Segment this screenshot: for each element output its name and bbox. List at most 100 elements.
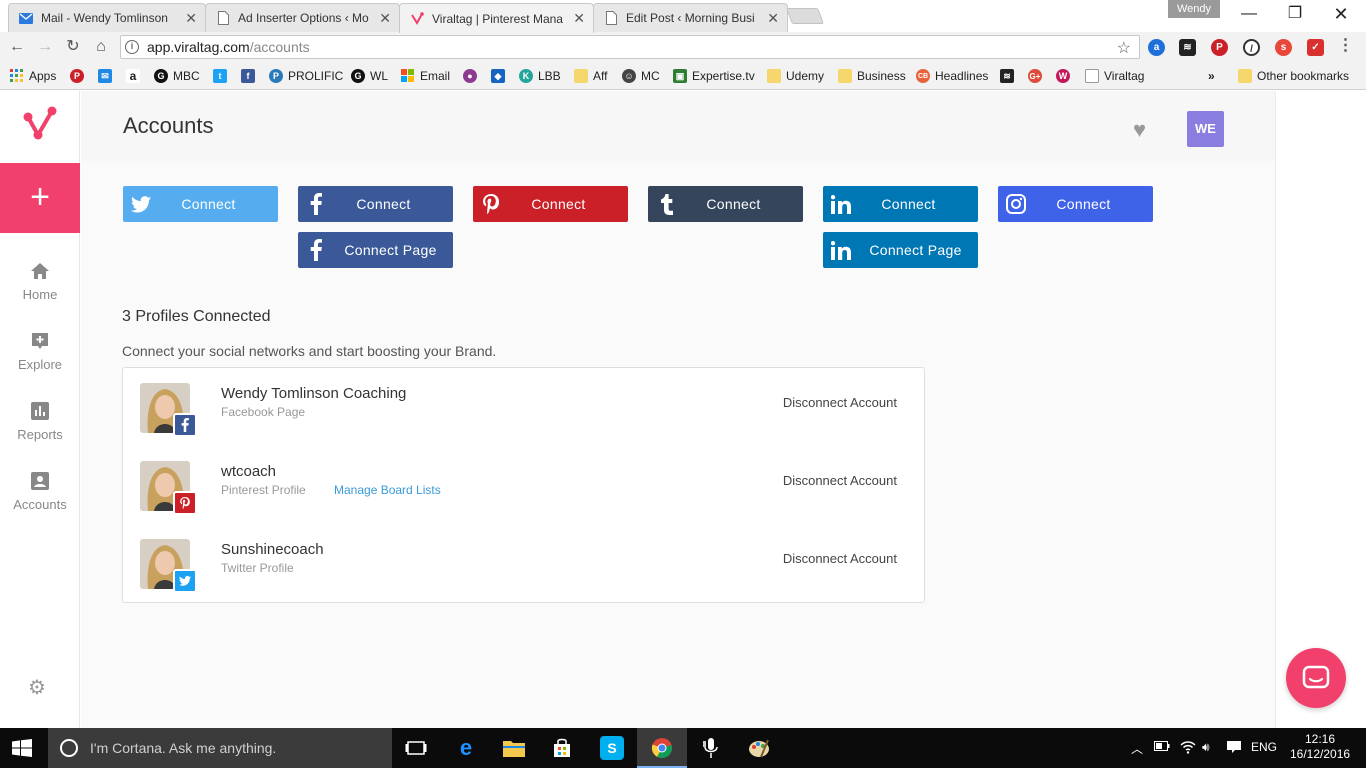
connect-twitter-button[interactable]: Connect	[123, 186, 278, 222]
disconnect-account-link[interactable]: Disconnect Account	[783, 395, 897, 410]
chat-launcher-button[interactable]	[1286, 648, 1346, 708]
chrome-menu-icon[interactable]: ⋮	[1337, 38, 1354, 56]
bookmark-circle[interactable]: ●	[463, 67, 482, 85]
sidebar-item-home[interactable]: Home	[0, 261, 80, 302]
voice-recorder-icon[interactable]	[699, 736, 723, 760]
browser-profile-chip[interactable]: Wendy	[1168, 0, 1220, 18]
battery-icon[interactable]	[1154, 740, 1170, 754]
other-bookmarks[interactable]: Other bookmarks	[1238, 67, 1349, 85]
disconnect-account-link[interactable]: Disconnect Account	[783, 473, 897, 488]
clock-date: 16/12/2016	[1290, 747, 1351, 761]
tray-chevron-up-icon[interactable]: ︿	[1131, 740, 1143, 757]
connect-linkedin-page-button[interactable]: Connect Page	[823, 232, 978, 268]
browser-tab-mail[interactable]: Mail - Wendy Tomlinson ✕	[8, 3, 206, 32]
bookmark-email[interactable]: Email	[401, 67, 450, 85]
sidebar-item-explore[interactable]: Explore	[0, 331, 80, 372]
bookmark-wl[interactable]: G WL	[351, 67, 388, 85]
paint-icon[interactable]	[747, 736, 771, 760]
bookmark-label: Business	[857, 69, 906, 83]
bookmark-shield[interactable]: ◆	[491, 67, 510, 85]
w-icon: W	[1056, 69, 1070, 83]
bookmark-gplus[interactable]: G+	[1028, 67, 1047, 85]
windows-start-icon[interactable]	[12, 739, 32, 757]
bookmark-facebook[interactable]: f	[241, 67, 260, 85]
bookmark-prolific[interactable]: P PROLIFIC	[269, 67, 343, 85]
sidebar-item-accounts[interactable]: Accounts	[0, 471, 80, 512]
volume-icon[interactable]: 🔊︎	[1202, 740, 1210, 755]
bookmark-apps[interactable]: Apps	[10, 67, 56, 85]
bookmark-business[interactable]: Business	[838, 67, 906, 85]
bookmark-amazon[interactable]: a	[126, 67, 145, 85]
close-tab-icon[interactable]: ✕	[379, 10, 391, 27]
address-bar[interactable]: i app.viraltag.com/accounts ☆	[120, 35, 1140, 59]
close-window-icon[interactable]: ✕	[1318, 2, 1364, 26]
browser-tab-edit-post[interactable]: Edit Post ‹ Morning Busi ✕	[593, 3, 788, 32]
bookmark-label: MBC	[173, 69, 200, 83]
bookmark-mbc[interactable]: G MBC	[154, 67, 200, 85]
buffer-extension-icon[interactable]: ≋	[1179, 39, 1196, 56]
bookmark-lbb[interactable]: K LBB	[519, 67, 561, 85]
cortana-search-box[interactable]: I'm Cortana. Ask me anything.	[48, 728, 392, 768]
connect-facebook-button[interactable]: Connect	[298, 186, 453, 222]
bookmark-mc[interactable]: ☺ MC	[622, 67, 660, 85]
browser-tab-viraltag[interactable]: Viraltag | Pinterest Mana ✕	[399, 3, 594, 33]
connect-tumblr-button[interactable]: Connect	[648, 186, 803, 222]
stumble-extension-icon[interactable]: s	[1275, 39, 1292, 56]
disconnect-account-link[interactable]: Disconnect Account	[783, 551, 897, 566]
connect-label: Connect	[881, 196, 936, 212]
bookmark-twitter[interactable]: t	[213, 67, 232, 85]
viraltag-extension-icon[interactable]: ✓	[1307, 39, 1324, 56]
language-indicator[interactable]: ENG	[1251, 740, 1277, 754]
create-post-button[interactable]: +	[0, 163, 80, 233]
prolific-icon: P	[269, 69, 283, 83]
wifi-icon[interactable]	[1180, 740, 1196, 757]
forward-arrow-icon[interactable]: →	[34, 36, 56, 58]
extension-a-icon[interactable]: a	[1148, 39, 1165, 56]
linkedin-icon	[823, 232, 859, 268]
skype-icon[interactable]: S	[600, 736, 624, 760]
bookmark-pinterest[interactable]: P	[70, 67, 89, 85]
restore-window-icon[interactable]: ❐	[1272, 2, 1318, 26]
home-icon[interactable]: ⌂	[90, 36, 112, 58]
viraltag-logo[interactable]	[20, 103, 60, 143]
close-tab-icon[interactable]: ✕	[767, 10, 779, 27]
pinterest-extension-icon[interactable]: P	[1211, 39, 1228, 56]
browser-tab-ad-inserter[interactable]: Ad Inserter Options ‹ Mo ✕	[205, 3, 400, 32]
system-clock[interactable]: 12:16 16/12/2016	[1290, 732, 1350, 762]
connect-pinterest-button[interactable]: Connect	[473, 186, 628, 222]
bookmark-w[interactable]: W	[1056, 67, 1075, 85]
bookmark-mail[interactable]: ✉	[98, 67, 117, 85]
back-arrow-icon[interactable]: ←	[6, 36, 28, 58]
bookmark-udemy[interactable]: Udemy	[767, 67, 824, 85]
bookmark-viraltag[interactable]: Viraltag	[1085, 67, 1144, 85]
store-icon[interactable]	[550, 736, 574, 760]
reload-icon[interactable]: ↻	[62, 36, 84, 58]
file-explorer-icon[interactable]	[502, 736, 526, 760]
bookmark-star-icon[interactable]: ☆	[1117, 38, 1131, 58]
close-tab-icon[interactable]: ✕	[185, 10, 197, 27]
settings-gear-icon[interactable]: ⚙	[28, 675, 46, 700]
connect-facebook-page-button[interactable]: Connect Page	[298, 232, 453, 268]
action-center-icon[interactable]	[1226, 740, 1242, 757]
manage-board-lists-link[interactable]: Manage Board Lists	[334, 483, 441, 497]
bookmark-buffer[interactable]: ≋	[1000, 67, 1019, 85]
task-view-icon[interactable]	[404, 736, 428, 760]
cb-icon: CB	[916, 69, 930, 83]
sidebar-item-label: Home	[22, 287, 58, 302]
connect-instagram-button[interactable]: Connect	[998, 186, 1153, 222]
bookmark-headlines[interactable]: CB Headlines	[916, 67, 988, 85]
new-tab-button[interactable]	[786, 8, 824, 24]
heart-icon[interactable]: ♥	[1133, 117, 1146, 143]
minimize-window-icon[interactable]: —	[1226, 2, 1272, 26]
edge-browser-icon[interactable]: e	[454, 735, 478, 760]
sidebar-item-reports[interactable]: Reports	[0, 401, 80, 442]
close-tab-icon[interactable]: ✕	[573, 10, 585, 27]
connect-linkedin-button[interactable]: Connect	[823, 186, 978, 222]
blocker-extension-icon[interactable]: /	[1243, 39, 1260, 56]
more-bookmarks-chevron-icon[interactable]: »	[1208, 67, 1215, 85]
info-icon[interactable]: i	[125, 40, 139, 54]
chrome-icon[interactable]	[650, 736, 674, 760]
bookmark-expertise[interactable]: ▣ Expertise.tv	[673, 67, 755, 85]
bookmark-aff[interactable]: Aff	[574, 67, 607, 85]
user-avatar[interactable]: WE	[1187, 111, 1224, 147]
